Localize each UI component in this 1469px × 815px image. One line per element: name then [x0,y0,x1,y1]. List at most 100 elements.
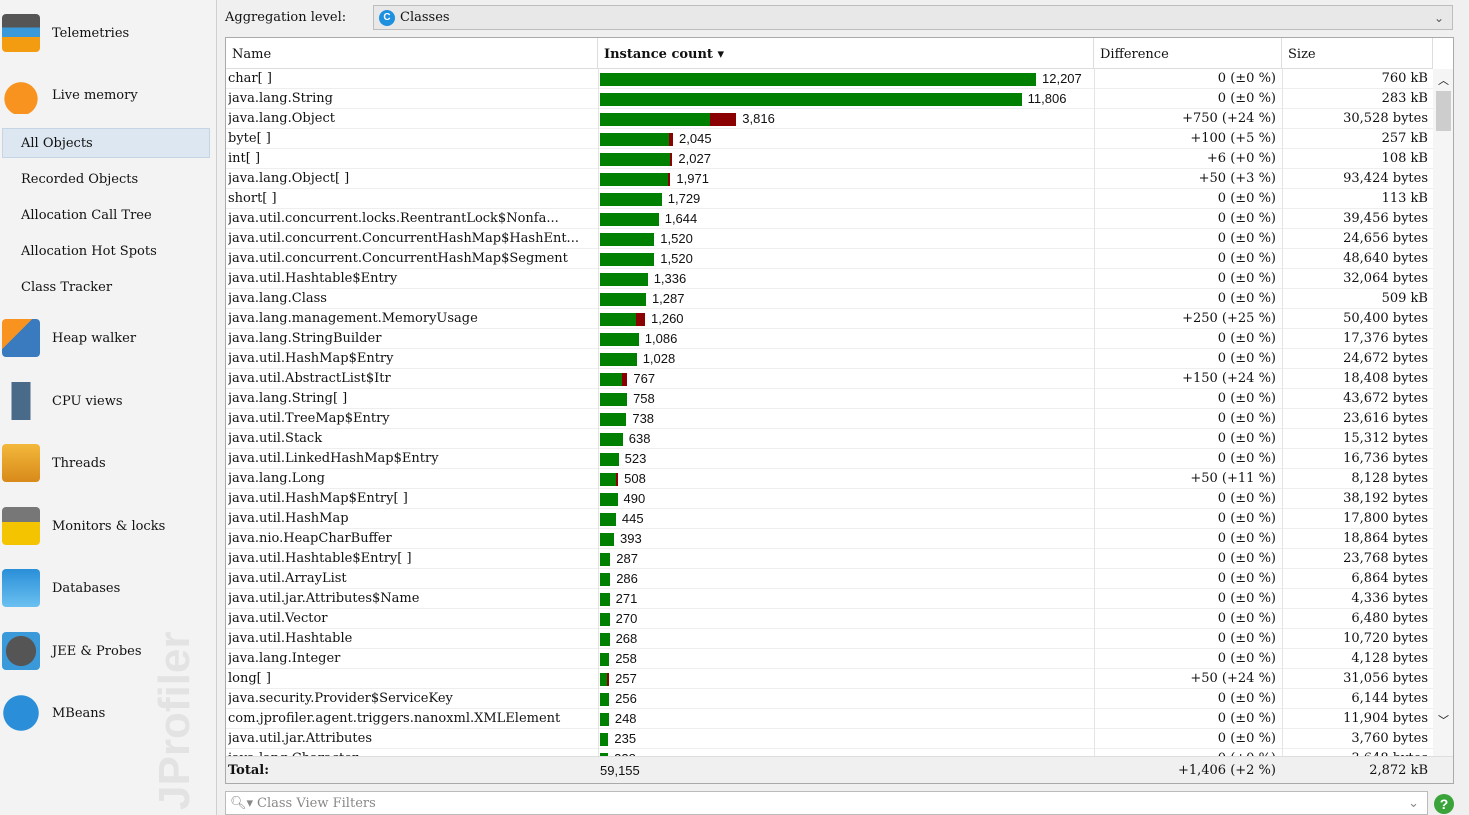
scroll-up-icon[interactable]: ︿ [1438,72,1449,88]
table-row[interactable]: java.lang.Object[ ] 1,971 +50 (+3 %) 93,424… [226,169,1433,189]
header-instance-count[interactable]: Instance count ▾ [598,38,1094,69]
table-row[interactable]: java.lang.StringBuilder 1,086 0 (±0 %) 17,3… [226,329,1433,349]
scrollbar-thumb[interactable] [1436,91,1451,131]
instance-count-value: 1,644 [664,211,698,226]
difference-bar [636,313,645,326]
sidebar-item-live-memory[interactable]: Live memory [0,75,217,115]
table-row[interactable]: java.util.Vector 270 0 (±0 %) 6,480 bytes [226,609,1433,629]
header-difference[interactable]: Difference [1094,38,1282,69]
table-row[interactable]: java.util.concurrent.locks.ReentrantLock… [226,209,1433,229]
instance-count-bar [600,533,615,546]
instance-count-cell: 12,207 [600,69,1094,89]
instance-count-value: 1,086 [644,331,678,346]
sidebar-item-label: All Objects [21,136,93,151]
instance-count-cell: 287 [600,549,1094,569]
chevron-down-icon[interactable]: ⌄ [1408,796,1419,811]
sidebar-item-heap-walker[interactable]: Heap walker [0,318,217,358]
header-name[interactable]: Name [226,38,598,69]
instance-count-cell: 271 [600,589,1094,609]
instance-count-bar [600,153,673,166]
help-icon[interactable]: ? [1434,794,1454,814]
class-name: java.util.HashMap$Entry[ ] [228,491,408,506]
class-name: java.util.concurrent.locks.ReentrantLock… [228,211,559,226]
class-name: byte[ ] [228,131,271,146]
table-row[interactable]: java.util.Hashtable 268 0 (±0 %) 10,720 byt… [226,629,1433,649]
table-row[interactable]: short[ ] 1,729 0 (±0 %) 113 kB [226,189,1433,209]
instance-count-bar [600,393,628,406]
sidebar-item-label: Allocation Call Tree [21,208,152,223]
sidebar-item-label: MBeans [52,705,106,721]
sidebar-item-monitors-locks[interactable]: Monitors & locks [0,506,217,546]
table-row[interactable]: java.lang.Class 1,287 0 (±0 %) 509 kB [226,289,1433,309]
class-name: int[ ] [228,151,261,166]
difference-cell: +50 (+24 %) [1190,671,1276,686]
sidebar-item-label: Allocation Hot Spots [21,244,157,259]
table-row[interactable]: byte[ ] 2,045 +100 (+5 %) 257 kB [226,129,1433,149]
size-cell: 6,864 bytes [1351,571,1428,586]
table-row[interactable]: java.lang.Long 508 +50 (+11 %) 8,128 bytes [226,469,1433,489]
table-row[interactable]: java.lang.Character 228 0 (±0 %)3,648 byte… [226,749,1433,756]
table-row[interactable]: java.lang.String 11,806 0 (±0 %) 283 kB [226,89,1433,109]
difference-cell: 0 (±0 %) [1217,731,1276,746]
class-view-filter-input[interactable]: 🔍︎▾ Class View Filters ⌄ [225,791,1428,815]
table-row[interactable]: java.util.jar.Attributes 235 0 (±0 %) 3,760… [226,729,1433,749]
table-row[interactable]: java.lang.management.MemoryUsage 1,260 +25… [226,309,1433,329]
scroll-down-icon[interactable]: ﹀ [1438,712,1449,728]
header-size[interactable]: Size [1282,38,1433,69]
sidebar-subitem-recorded-objects[interactable]: Recorded Objects [0,165,208,195]
table-row[interactable]: java.util.AbstractList$Itr 767 +150 (+24 %… [226,369,1433,389]
difference-cell: 0 (±0 %) [1217,71,1276,86]
table-row[interactable]: java.util.TreeMap$Entry 738 0 (±0 %) 23,616… [226,409,1433,429]
table-row[interactable]: java.util.Hashtable$Entry 1,336 0 (±0 %) 32… [226,269,1433,289]
table-row[interactable]: com.jprofiler.agent.triggers.nanoxml.XML… [226,709,1433,729]
table-row[interactable]: java.util.ArrayList 286 0 (±0 %) 6,864 byte… [226,569,1433,589]
sidebar-subitem-class-tracker[interactable]: Class Tracker [0,273,208,303]
table-row[interactable]: java.lang.Object 3,816 +750 (+24 %) 30,528 … [226,109,1433,129]
table-row[interactable]: java.util.concurrent.ConcurrentHashMap$S… [226,249,1433,269]
vertical-scrollbar[interactable]: ︿ ﹀ [1433,69,1453,756]
table-row[interactable]: java.nio.HeapCharBuffer 393 0 (±0 %) 18,864… [226,529,1433,549]
total-row: Total: 59,155 +1,406 (+2 %) 2,872 kB [226,756,1453,783]
table-row[interactable]: java.util.HashMap$Entry 1,028 0 (±0 %) 24,6… [226,349,1433,369]
size-cell: 16,736 bytes [1343,451,1428,466]
sidebar-item-label: Threads [52,455,106,471]
sidebar-subitem-allocation-hot-spots[interactable]: Allocation Hot Spots [0,237,208,267]
table-row[interactable]: java.util.HashMap 445 0 (±0 %) 17,800 bytes [226,509,1433,529]
instance-count-value: 12,207 [1042,71,1082,86]
instance-count-value: 508 [624,471,646,486]
sidebar-item-telemetries[interactable]: Telemetries [0,13,217,53]
table-row[interactable]: java.util.Stack 638 0 (±0 %) 15,312 bytes [226,429,1433,449]
instance-count-bar [600,173,671,186]
difference-cell: 0 (±0 %) [1217,551,1276,566]
sidebar-item-databases[interactable]: Databases [0,568,217,608]
aggregation-select[interactable]: C Classes ⌄ [373,5,1453,30]
size-cell: 32,064 bytes [1343,271,1428,286]
size-cell: 8,128 bytes [1351,471,1428,486]
sidebar-item-cpu-views[interactable]: CPU views [0,381,217,421]
instance-count-value: 256 [615,691,637,706]
table-row[interactable]: java.lang.Integer 258 0 (±0 %) 4,128 bytes [226,649,1433,669]
instance-count-cell: 11,806 [600,89,1094,109]
instance-count-cell: 256 [600,689,1094,709]
table-row[interactable]: java.util.LinkedHashMap$Entry 523 0 (±0 %)… [226,449,1433,469]
class-name: java.util.LinkedHashMap$Entry [228,451,439,466]
sidebar-subitem-allocation-call-tree[interactable]: Allocation Call Tree [0,201,208,231]
table-row[interactable]: long[ ] 257 +50 (+24 %) 31,056 bytes [226,669,1433,689]
instance-count-bar [600,293,646,306]
instance-count-cell: 268 [600,629,1094,649]
instance-count-bar [600,273,648,286]
table-row[interactable]: java.lang.String[ ] 758 0 (±0 %) 43,672 byt… [226,389,1433,409]
instance-count-cell: 1,336 [600,269,1094,289]
table-row[interactable]: java.util.HashMap$Entry[ ] 490 0 (±0 %) 38,… [226,489,1433,509]
instance-count-bar [600,573,611,586]
table-row[interactable]: java.security.Provider$ServiceKey 256 0 (±… [226,689,1433,709]
table-row[interactable]: java.util.jar.Attributes$Name 271 0 (±0 %)… [226,589,1433,609]
table-row[interactable]: java.util.concurrent.ConcurrentHashMap$H… [226,229,1433,249]
difference-cell: 0 (±0 %) [1093,749,1279,756]
sidebar-item-threads[interactable]: Threads [0,443,217,483]
table-row[interactable]: char[ ] 12,207 0 (±0 %) 760 kB [226,69,1433,89]
difference-cell: +750 (+24 %) [1182,111,1276,126]
table-row[interactable]: java.util.Hashtable$Entry[ ] 287 0 (±0 %) 2… [226,549,1433,569]
sidebar-subitem-all-objects[interactable]: All Objects [2,128,210,158]
table-row[interactable]: int[ ] 2,027 +6 (+0 %) 108 kB [226,149,1433,169]
